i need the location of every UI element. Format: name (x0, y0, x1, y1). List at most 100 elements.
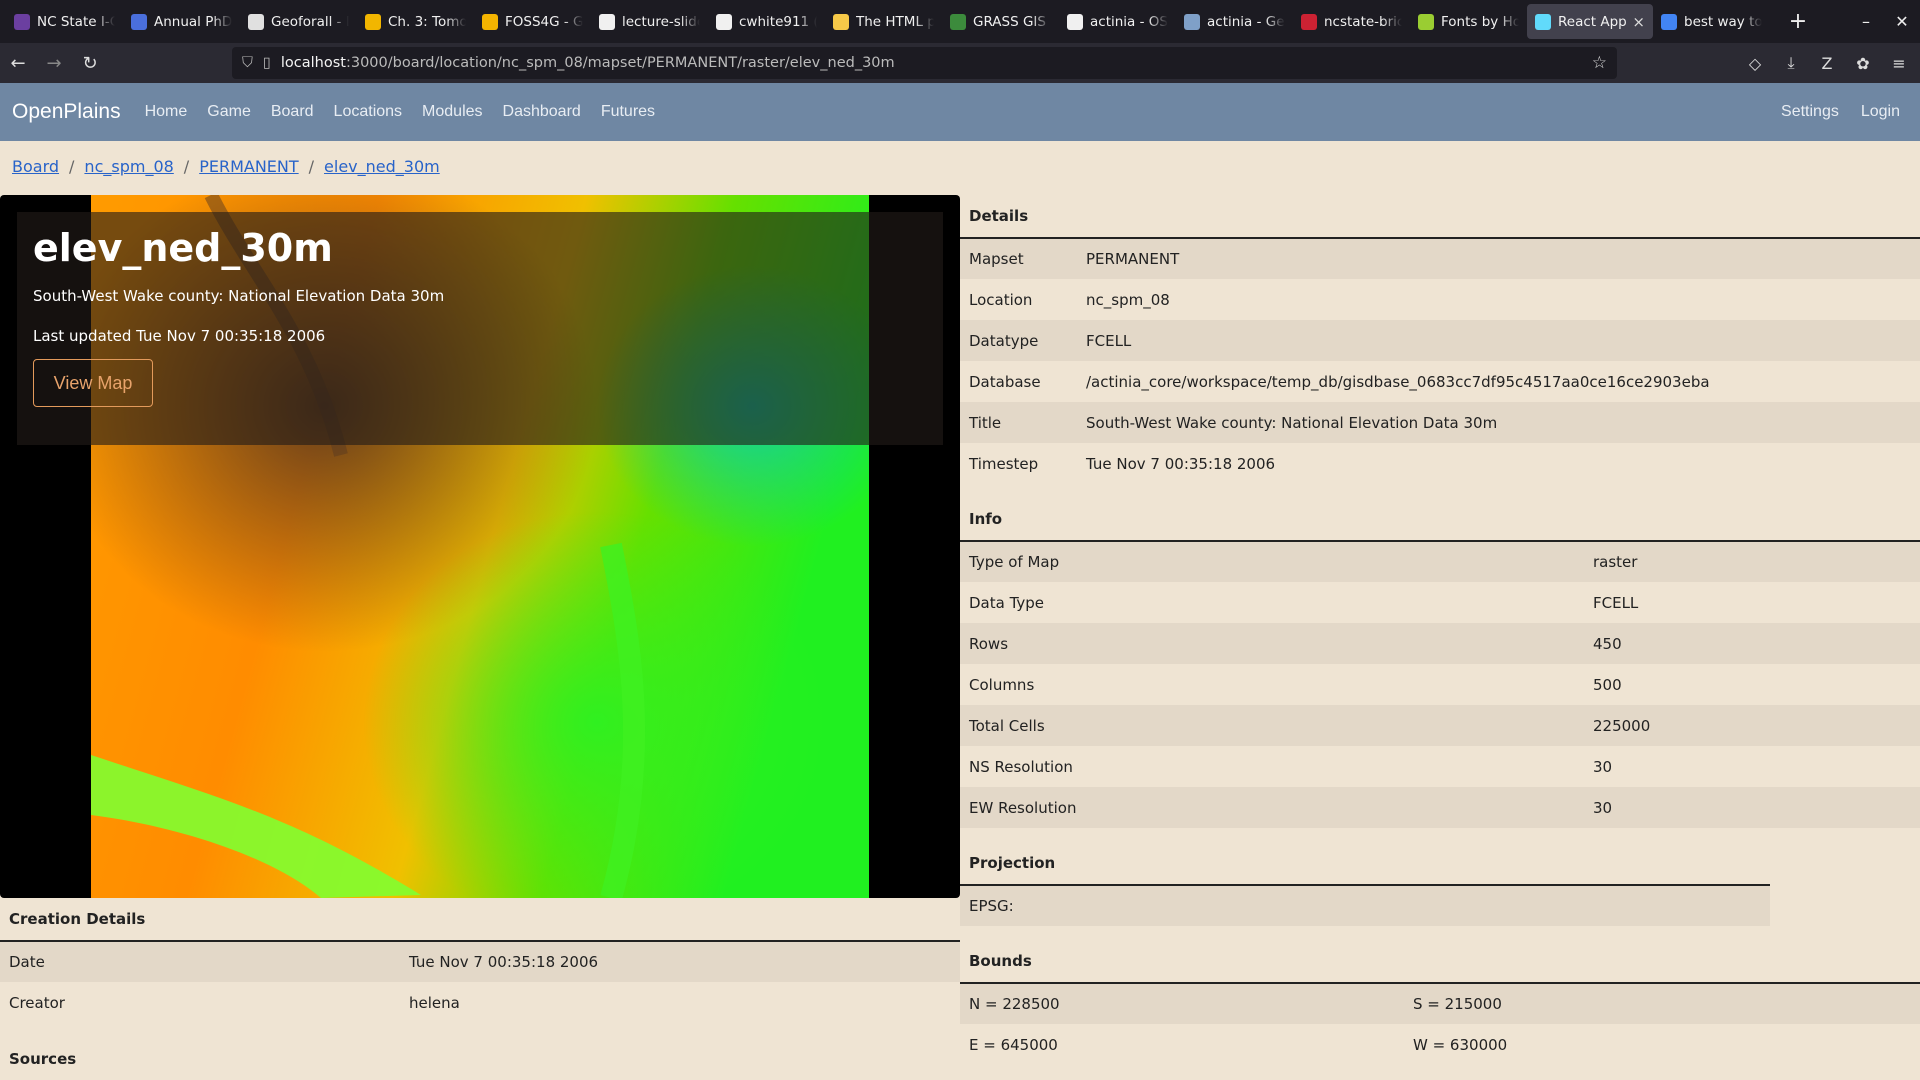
view-map-button[interactable]: View Map (33, 359, 153, 407)
browser-tab[interactable]: Geoforall - D (240, 4, 357, 39)
map-description: South-West Wake county: National Elevati… (33, 287, 445, 305)
extension-icon[interactable]: ✿ (1852, 54, 1874, 73)
row-label: Datatype (960, 320, 1077, 361)
breadcrumb: Board / nc_spm_08 / PERMANENT / elev_ned… (12, 157, 440, 176)
browser-tab[interactable]: Fonts by Ho (1410, 4, 1527, 39)
window-controls: – ✕ (1848, 0, 1920, 43)
map-info-overlay: elev_ned_30m South-West Wake county: Nat… (17, 212, 943, 445)
menu-icon[interactable]: ≡ (1888, 54, 1910, 73)
breadcrumb-separator: / (69, 157, 75, 176)
tab-label: lecture-slide (622, 13, 700, 30)
row-value: PERMANENT (1077, 238, 1920, 279)
shield-icon[interactable]: ⛉ (242, 55, 253, 71)
table-row: EW Resolution 30 (960, 787, 1920, 828)
row-value: Tue Nov 7 00:35:18 2006 (1077, 443, 1920, 484)
row-label: Type of Map (960, 541, 1584, 582)
bound-east: E = 645000 (960, 1024, 1404, 1065)
row-value: helena (400, 982, 960, 1023)
browser-tab[interactable]: GRASS GIS - (942, 4, 1059, 39)
browser-tab[interactable]: NC State I-C (6, 4, 123, 39)
browser-tab[interactable]: actinia - OSG (1059, 4, 1176, 39)
browser-tab[interactable]: Annual PhD (123, 4, 240, 39)
tab-label: cwhite911 (C (739, 13, 817, 30)
nav-game[interactable]: Game (207, 103, 251, 121)
new-tab-icon[interactable]: + (1784, 9, 1812, 34)
row-label: NS Resolution (960, 746, 1584, 787)
row-label: Location (960, 279, 1077, 320)
creation-details-heading: Creation Details (0, 898, 960, 942)
tab-favicon-icon (1067, 13, 1083, 30)
tab-label: Ch. 3: Tomor (388, 13, 466, 30)
nav-settings[interactable]: Settings (1781, 103, 1839, 121)
nav-login[interactable]: Login (1861, 103, 1900, 121)
row-label: Creator (0, 982, 400, 1023)
download-icon[interactable]: ⤓ (1780, 53, 1802, 73)
browser-tab[interactable]: Ch. 3: Tomor (357, 4, 474, 39)
info-heading: Info (960, 498, 1920, 542)
nav-dashboard[interactable]: Dashboard (503, 103, 581, 121)
row-value: FCELL (1584, 582, 1920, 623)
browser-tab[interactable]: The HTML pr (825, 4, 942, 39)
details-table: Details Mapset PERMANENT Location nc_spm_0… (960, 195, 1920, 484)
row-value: raster (1584, 541, 1920, 582)
close-window-icon[interactable]: ✕ (1884, 12, 1920, 31)
browser-tab[interactable]: React App × (1527, 4, 1653, 39)
tab-label: Annual PhD (154, 13, 232, 30)
forward-arrow-icon[interactable]: → (36, 53, 72, 74)
info-table: Info Type of Map raster Data Type FCELL Ro… (960, 498, 1920, 828)
nav-futures[interactable]: Futures (601, 103, 655, 121)
pocket-icon[interactable]: ◇ (1744, 54, 1766, 73)
table-row: Timestep Tue Nov 7 00:35:18 2006 (960, 443, 1920, 484)
brand-logo[interactable]: OpenPlains (12, 100, 121, 124)
row-label: EW Resolution (960, 787, 1584, 828)
row-value: 500 (1584, 664, 1920, 705)
breadcrumb-location[interactable]: nc_spm_08 (84, 157, 173, 176)
nav-board[interactable]: Board (271, 103, 314, 121)
table-row: Database/actinia_core/workspace/temp_db/… (960, 361, 1920, 402)
tab-label: Fonts by Ho (1441, 13, 1519, 30)
breadcrumb-raster[interactable]: elev_ned_30m (324, 157, 440, 176)
back-arrow-icon[interactable]: ← (0, 53, 36, 74)
url-text[interactable]: localhost:3000/board/location/nc_spm_08/… (281, 55, 895, 71)
tab-label: FOSS4G - Go (505, 13, 583, 30)
browser-tab[interactable]: ncstate-bric (1293, 4, 1410, 39)
minimize-icon[interactable]: – (1848, 12, 1884, 31)
extension-icon[interactable]: Z (1816, 54, 1838, 73)
browser-tab[interactable]: actinia - Geo (1176, 4, 1293, 39)
nav-modules[interactable]: Modules (422, 103, 482, 121)
tab-label: actinia - OSG (1090, 13, 1168, 30)
tab-favicon-icon (1418, 13, 1434, 30)
bound-south: S = 215000 (1404, 983, 1920, 1024)
browser-tab[interactable]: best way to (1653, 4, 1770, 39)
tab-favicon-icon (1661, 13, 1677, 30)
tab-favicon-icon (131, 13, 147, 30)
tab-favicon-icon (1184, 13, 1200, 30)
tab-label: React App (1558, 13, 1627, 30)
bounds-heading: Bounds (960, 940, 1920, 984)
row-label: Timestep (960, 443, 1077, 484)
breadcrumb-mapset[interactable]: PERMANENT (199, 157, 298, 176)
browser-tab[interactable]: cwhite911 (C (708, 4, 825, 39)
tab-label: ncstate-bric (1324, 13, 1402, 30)
bookmark-star-icon[interactable]: ☆ (1592, 53, 1607, 73)
close-tab-icon[interactable]: × (1632, 13, 1645, 31)
row-label: Title (960, 402, 1077, 443)
nav-home[interactable]: Home (145, 103, 188, 121)
browser-tab[interactable]: FOSS4G - Go (474, 4, 591, 39)
tab-label: NC State I-C (37, 13, 115, 30)
table-row: NS Resolution 30 (960, 746, 1920, 787)
table-row: Mapset PERMANENT (960, 238, 1920, 279)
app-header: OpenPlains Home Game Board Locations Mod… (0, 83, 1920, 141)
table-row: Rows 450 (960, 623, 1920, 664)
tab-label: The HTML pr (856, 13, 934, 30)
url-bar[interactable]: ⛉ ▯ localhost:3000/board/location/nc_spm… (232, 47, 1617, 79)
row-value: 450 (1584, 623, 1920, 664)
browser-tab[interactable]: lecture-slide (591, 4, 708, 39)
table-row: Datatype FCELL (960, 320, 1920, 361)
reload-icon[interactable]: ↻ (72, 53, 108, 74)
details-column: Details Mapset PERMANENT Location nc_spm_0… (960, 195, 1920, 1065)
nav-locations[interactable]: Locations (334, 103, 403, 121)
breadcrumb-board[interactable]: Board (12, 157, 59, 176)
table-row: Location nc_spm_08 (960, 279, 1920, 320)
row-value: 30 (1584, 746, 1920, 787)
